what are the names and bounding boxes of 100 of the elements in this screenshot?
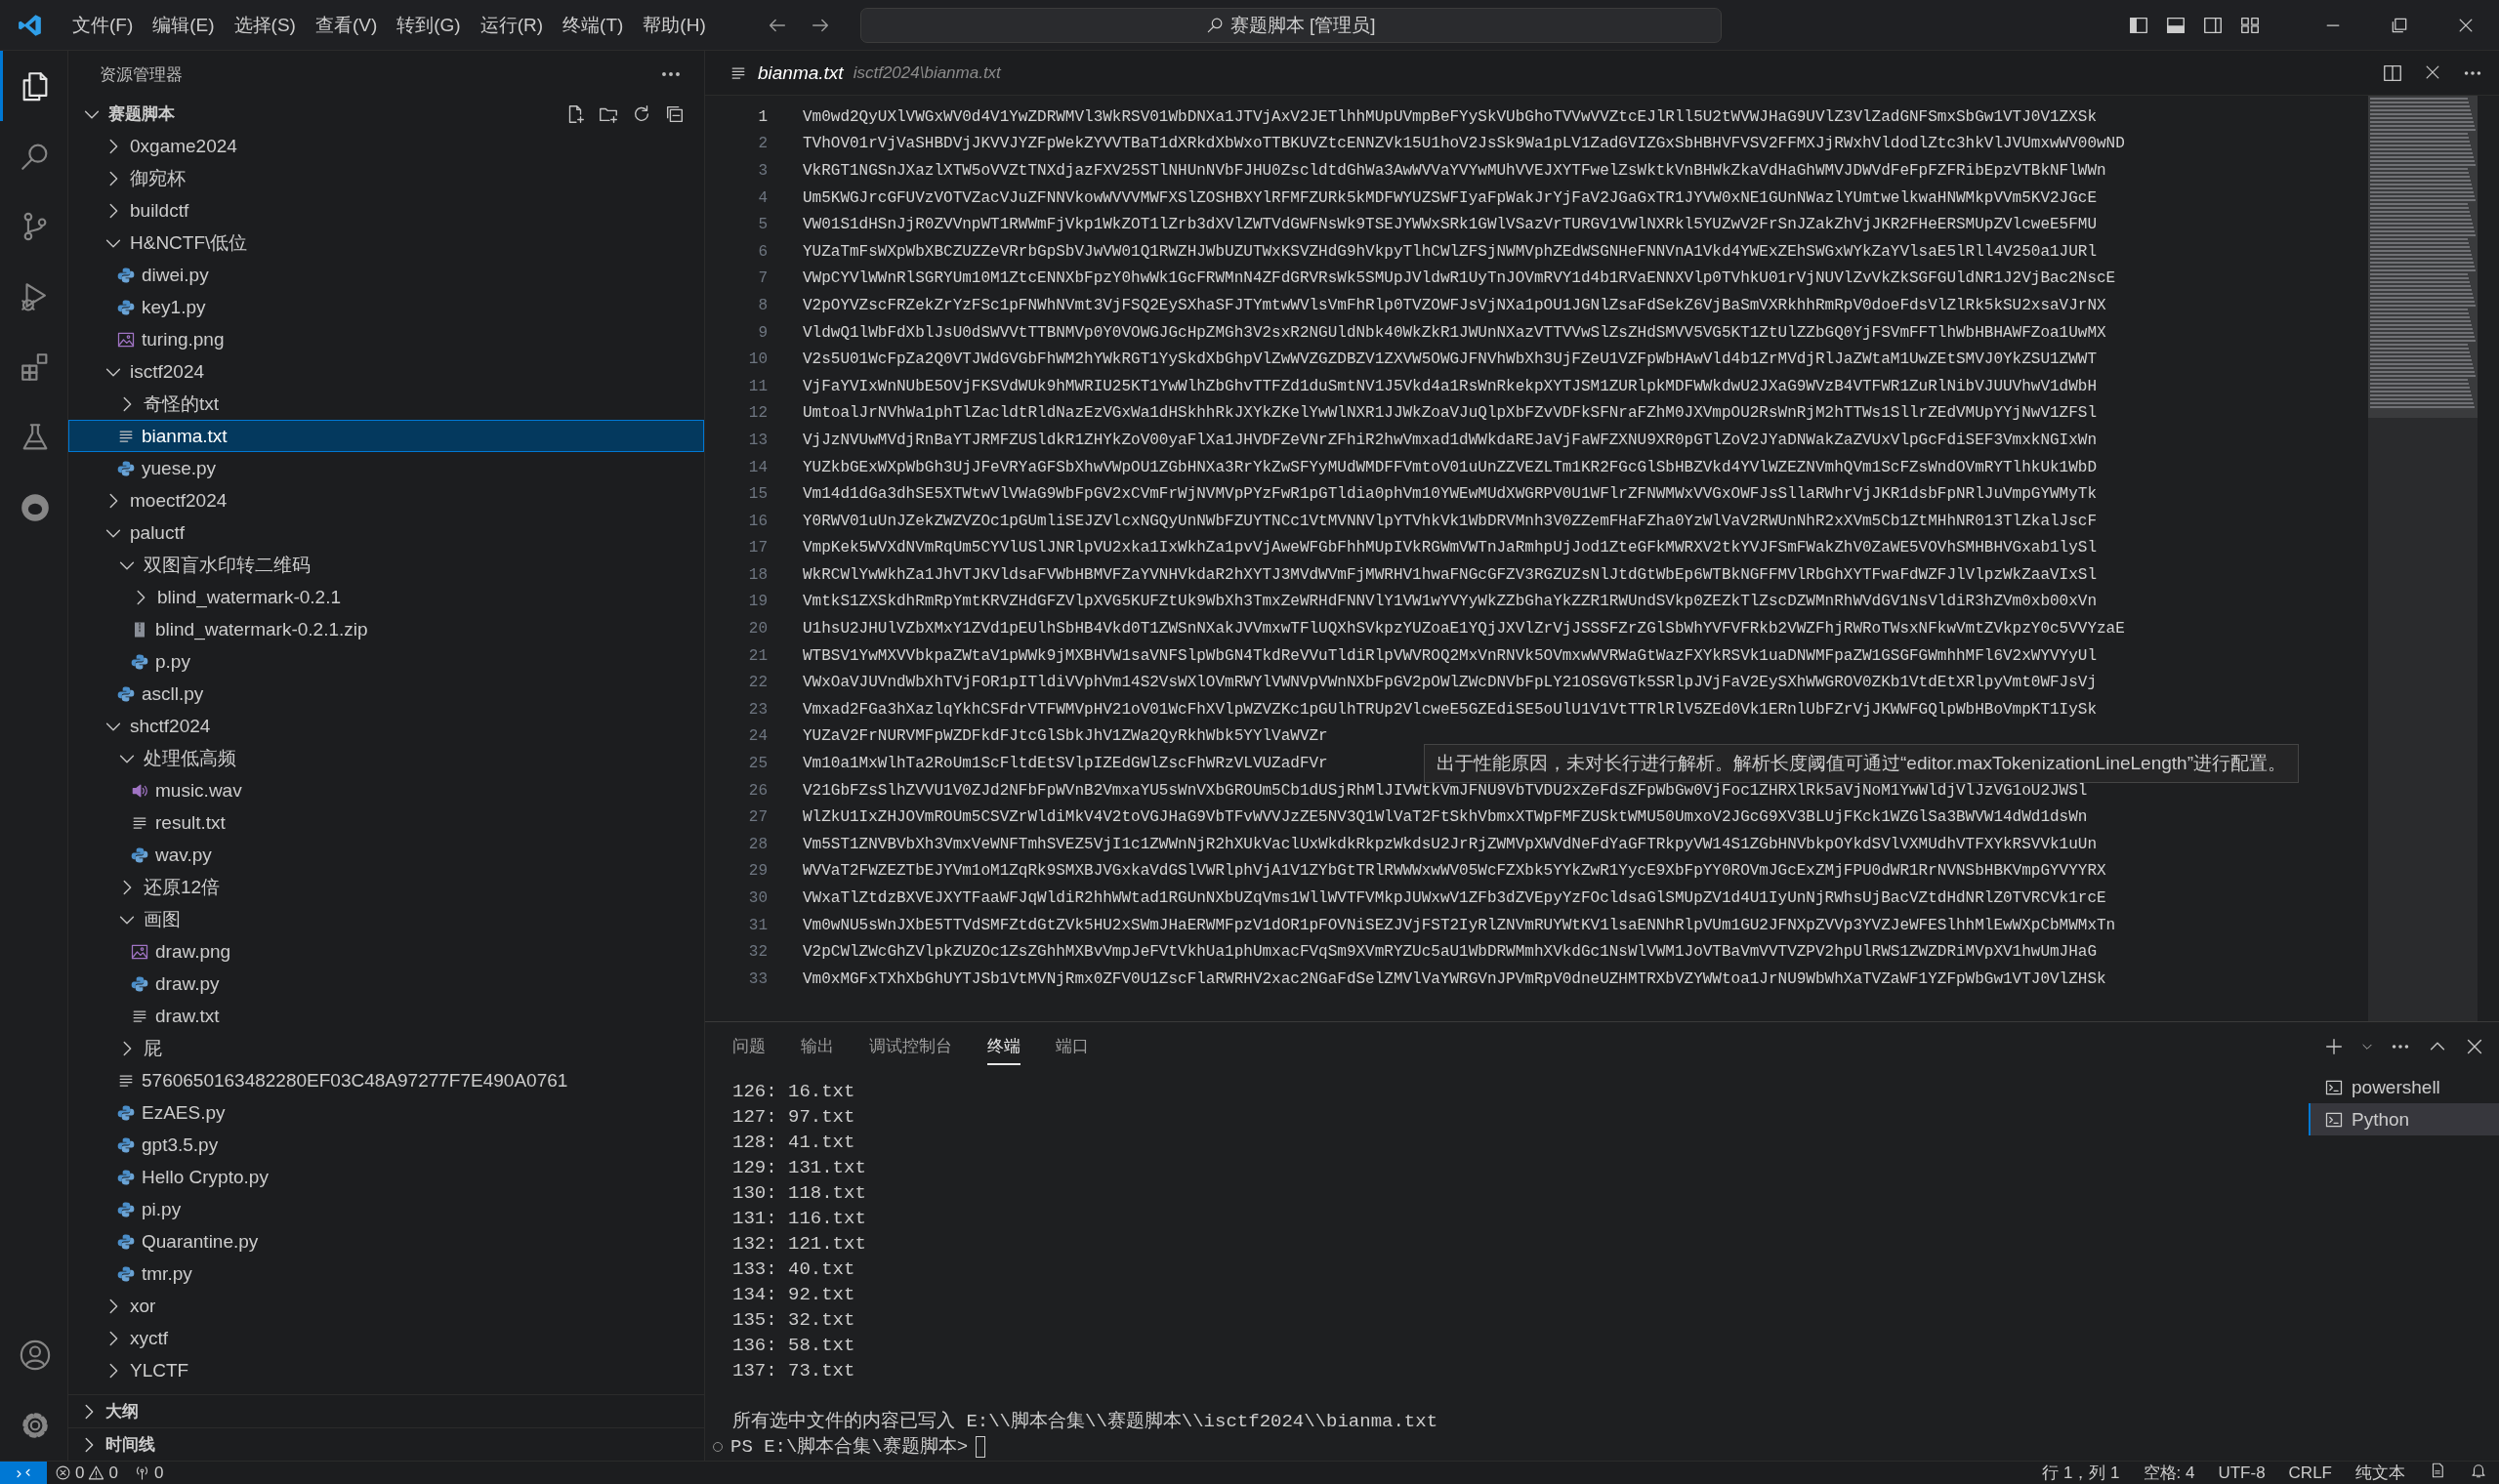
file-item[interactable]: ascll.py: [68, 678, 704, 710]
folder-item[interactable]: 处理低高频: [68, 742, 704, 774]
terminal-prompt: PS E:\脚本合集\赛题脚本>: [730, 1435, 969, 1460]
error-icon: [55, 1464, 71, 1481]
menu-item[interactable]: 帮助(H): [633, 6, 716, 44]
line-number: 31: [747, 916, 768, 934]
folder-item[interactable]: paluctf: [68, 516, 704, 549]
file-item[interactable]: turing.png: [68, 323, 704, 355]
account-icon[interactable]: [19, 1339, 52, 1372]
folder-item[interactable]: xor: [68, 1290, 704, 1322]
line-number: 5: [757, 216, 768, 234]
menu-item[interactable]: 终端(T): [553, 6, 634, 44]
menu-item[interactable]: 运行(R): [470, 6, 554, 44]
indentation-status[interactable]: 空格: 4: [2131, 1462, 2207, 1484]
notification-icon[interactable]: [2470, 1462, 2487, 1479]
panel-tab[interactable]: 端口: [1056, 1028, 1089, 1065]
menu-item[interactable]: 编辑(E): [143, 6, 225, 44]
panel-tab[interactable]: 终端: [987, 1028, 1020, 1065]
code-line: YUZaV2FrNURVMFpWZDFkdFJtcGlSbkJhV1ZWa2QyRkhWbk5YYlVaWVZr: [803, 727, 1328, 746]
line-number: 19: [747, 593, 768, 611]
code-line: Vm0wNU5sWnJXbE5TTVdSMFZtdGtZVk5HU2xSWmJHaERWMFpzV1dOR1pFOVNiSEZJVjFST2IyRlZNVmRUYWtKV1lsaENNhRlpVUm1GU2JFNXpZVVp3YVZJeWFESlhhMlEwWXpCbMWMxTn: [803, 916, 2116, 934]
line-number: 27: [747, 808, 768, 827]
code-line: Vm0xMGFxTXhXbGhUYTJSb1VtMVNjRmx0ZFV0U1ZscFlaRWRHV2xac2NGaFdSelZMVlVaYWRGVnJPVmRpV0dneUZHMTRXbVZYWWtoa1JrNU9WbWhXaTVZaWF1YZFpWbGw1VTJ0VlZHSk: [803, 969, 2106, 988]
folder-item[interactable]: isctf2024: [68, 355, 704, 388]
terminal-list-item[interactable]: powershell: [2309, 1071, 2499, 1103]
code-line: WlZkU1IxZHJOVmROUm5CSVZrWldiMkV4V2toVGJHaG9VbTFvWVVJzZE5NV3Q1WlVaT2FtSkhVbmxXTWpFMFZUSktWMU50UmxoV2JGcG9XV3BLUjFKck1WZGlSa3BWVW14dWd1dsWn: [803, 808, 2088, 827]
code-line: V2pCWlZWcGhZVlpkZUZOc1ZsZGhhMXBvVmpJeFVtVkhUa1phUmxacFVqSm9XVmRYZUc5aU1WbDRWMmhXVkdGc1NsWlVWM1JoVTBaVmVVTVZPV2hpUlRWS1ZWZDRiMVpXV1hwUmJHaG: [803, 943, 2097, 962]
new-terminal-icon[interactable]: [2323, 1036, 2345, 1057]
file-item[interactable]: diwei.py: [68, 259, 704, 291]
line-ending-status[interactable]: CRLF: [2276, 1463, 2344, 1483]
folder-item[interactable]: YLCTF: [68, 1354, 704, 1386]
terminal-line: 127: 97.txt: [732, 1105, 856, 1130]
folder-item[interactable]: 赛题脚本: [68, 98, 704, 130]
file-item[interactable]: result.txt: [68, 806, 704, 839]
file-item[interactable]: yuese.py: [68, 452, 704, 484]
folder-item[interactable]: buildctf: [68, 194, 704, 227]
folder-item[interactable]: 奇怪的txt: [68, 388, 704, 420]
menu-item[interactable]: 文件(F): [62, 6, 144, 44]
line-number: 32: [747, 943, 768, 962]
folder-item[interactable]: 双图盲水印转二维码: [68, 549, 704, 581]
file-item[interactable]: Hello Crypto.py: [68, 1161, 704, 1193]
file-item[interactable]: wav.py: [68, 839, 704, 871]
folder-item[interactable]: xyctf: [68, 1322, 704, 1354]
folder-item[interactable]: H&NCTF\低位: [68, 227, 704, 259]
code-line: V2s5U01WcFpZa2Q0VTJWdGVGbFhWM2hYWkRGT1YySkdXbGhpVlZwWVZGZDBZV1ZXVW5OWGJFNVhWbXh3UjFZeU1VZFpWbHAwVld4b1ZrMVdjRlJaZWtaM1UwZEtSMVJ0YkZSU1ZWWT: [803, 350, 2097, 369]
code-line: VmpKek5WVXdNVmRqUm5CYVlUSlJNRlpVU2xka1IxWkhZa1pvVjAweWFGbFhhMUpIVkRGWmVWTnJaRmhpUjJod1ZteGFkMWRXV2tkYVJFSmFWakZhV0ZaWE5VOVhSMHBHVGxab1lySl: [803, 539, 2097, 557]
menu-item[interactable]: 查看(V): [305, 6, 388, 44]
terminal-line: 所有选中文件的内容已写入 E:\\脚本合集\\赛题脚本\\isctf2024\\bianma.txt: [732, 1410, 1439, 1434]
folder-item[interactable]: moectf2024: [68, 484, 704, 516]
panel-tab[interactable]: 问题: [732, 1028, 766, 1065]
folder-item[interactable]: blind_watermark-0.2.1: [68, 581, 704, 613]
line-number: 20: [747, 620, 768, 639]
folder-item[interactable]: 0xgame2024: [68, 130, 704, 162]
code-line: VWpCYVlWWnRlSGRYUm10M1ZtcENNXbFpzY0hwWk1GcFRWMnN4ZFdGRVRsWk5SMUpJVldwR1UyTnJOVmRVY1d4b1RVaENNXVlp0TVhkU01rVjNUVlZvVkZkSGFGUldNR1J2VjBac2NscE: [803, 269, 2116, 288]
line-number: 9: [757, 323, 768, 342]
file-item[interactable]: 5760650163482280EF03C48A97277F7E490A0761: [68, 1064, 704, 1096]
file-item[interactable]: pi.py: [68, 1193, 704, 1225]
menu-item[interactable]: 转到(G): [387, 6, 471, 44]
menu-item[interactable]: 选择(S): [224, 6, 306, 44]
language-status[interactable]: 纯文本: [2344, 1462, 2417, 1484]
command-center[interactable]: 赛题脚本 [管理员]: [859, 7, 1722, 43]
editor-tab[interactable]: bianma.txt isctf2024\bianma.txt: [705, 51, 1019, 95]
panel-tab[interactable]: 输出: [801, 1028, 834, 1065]
file-item[interactable]: Quarantine.py: [68, 1225, 704, 1257]
circle-icon[interactable]: [19, 491, 52, 524]
file-item[interactable]: draw.png: [68, 935, 704, 968]
folder-item[interactable]: shctf2024: [68, 710, 704, 742]
folder-item[interactable]: 画图: [68, 903, 704, 935]
file-item[interactable]: bianma.txt: [68, 420, 704, 452]
line-number: 6: [757, 242, 768, 261]
folder-item[interactable]: 屁: [68, 1032, 704, 1064]
cursor-position[interactable]: 行 1，列 1: [2030, 1462, 2132, 1484]
terminal-line: 128: 41.txt: [732, 1131, 856, 1155]
code-line: UmtoalJrNVhWa1phTlZacldtRldNazEzVGxWa1dHSkhhRkJXYkZKelYwWlNXR1JJWkZoaVJuQlpXbFZvVDFkSFNraFZhM0JXVmpOU2RsWnRjM2hTTWs1SllrZEdVMUpYYjNwV1ZFSl: [803, 404, 2097, 423]
encoding-status[interactable]: UTF-8: [2206, 1463, 2277, 1483]
code-line: Vm5ST1ZNVBVbXh3VmxVeWNFTmhSVEZ5VjI1c1ZWWnNjR2hXUkVaclUxWkdkRkpzWkdsU2JrRjZWMVpXWVdNeFdYaGFTRkpyVW14S1ZGbHNVbkpOYkdSVlVXMUdhVTFXYkRSVVk1uUn: [803, 835, 2097, 853]
line-number: 3: [757, 162, 768, 180]
minimap[interactable]: [2368, 96, 2478, 1021]
warning-icon: [88, 1464, 105, 1481]
file-item[interactable]: key1.py: [68, 291, 704, 323]
file-item[interactable]: music.wav: [68, 774, 704, 806]
line-number: 4: [757, 188, 768, 207]
ports-status[interactable]: 0: [125, 1463, 172, 1483]
problems-status[interactable]: 0 0: [47, 1463, 126, 1483]
line-number: 26: [747, 781, 768, 800]
line-number: 21: [747, 646, 768, 665]
line-number: 1: [757, 107, 768, 126]
file-item[interactable]: tmr.py: [68, 1257, 704, 1290]
file-item[interactable]: blind_watermark-0.2.1.zip: [68, 613, 704, 645]
section-header[interactable]: 大纲: [68, 1394, 704, 1427]
file-item[interactable]: draw.py: [68, 968, 704, 1000]
folder-item[interactable]: 御宛杯: [68, 162, 704, 194]
line-number: 2: [757, 135, 768, 153]
file-item[interactable]: gpt3.5.py: [68, 1129, 704, 1161]
folder-item[interactable]: 还原12倍: [68, 871, 704, 903]
file-item[interactable]: EzAES.py: [68, 1096, 704, 1129]
file-item[interactable]: p.py: [68, 645, 704, 678]
panel-tab[interactable]: 调试控制台: [869, 1028, 952, 1065]
file-item[interactable]: draw.txt: [68, 1000, 704, 1032]
terminal-list-item[interactable]: Python: [2309, 1103, 2499, 1135]
